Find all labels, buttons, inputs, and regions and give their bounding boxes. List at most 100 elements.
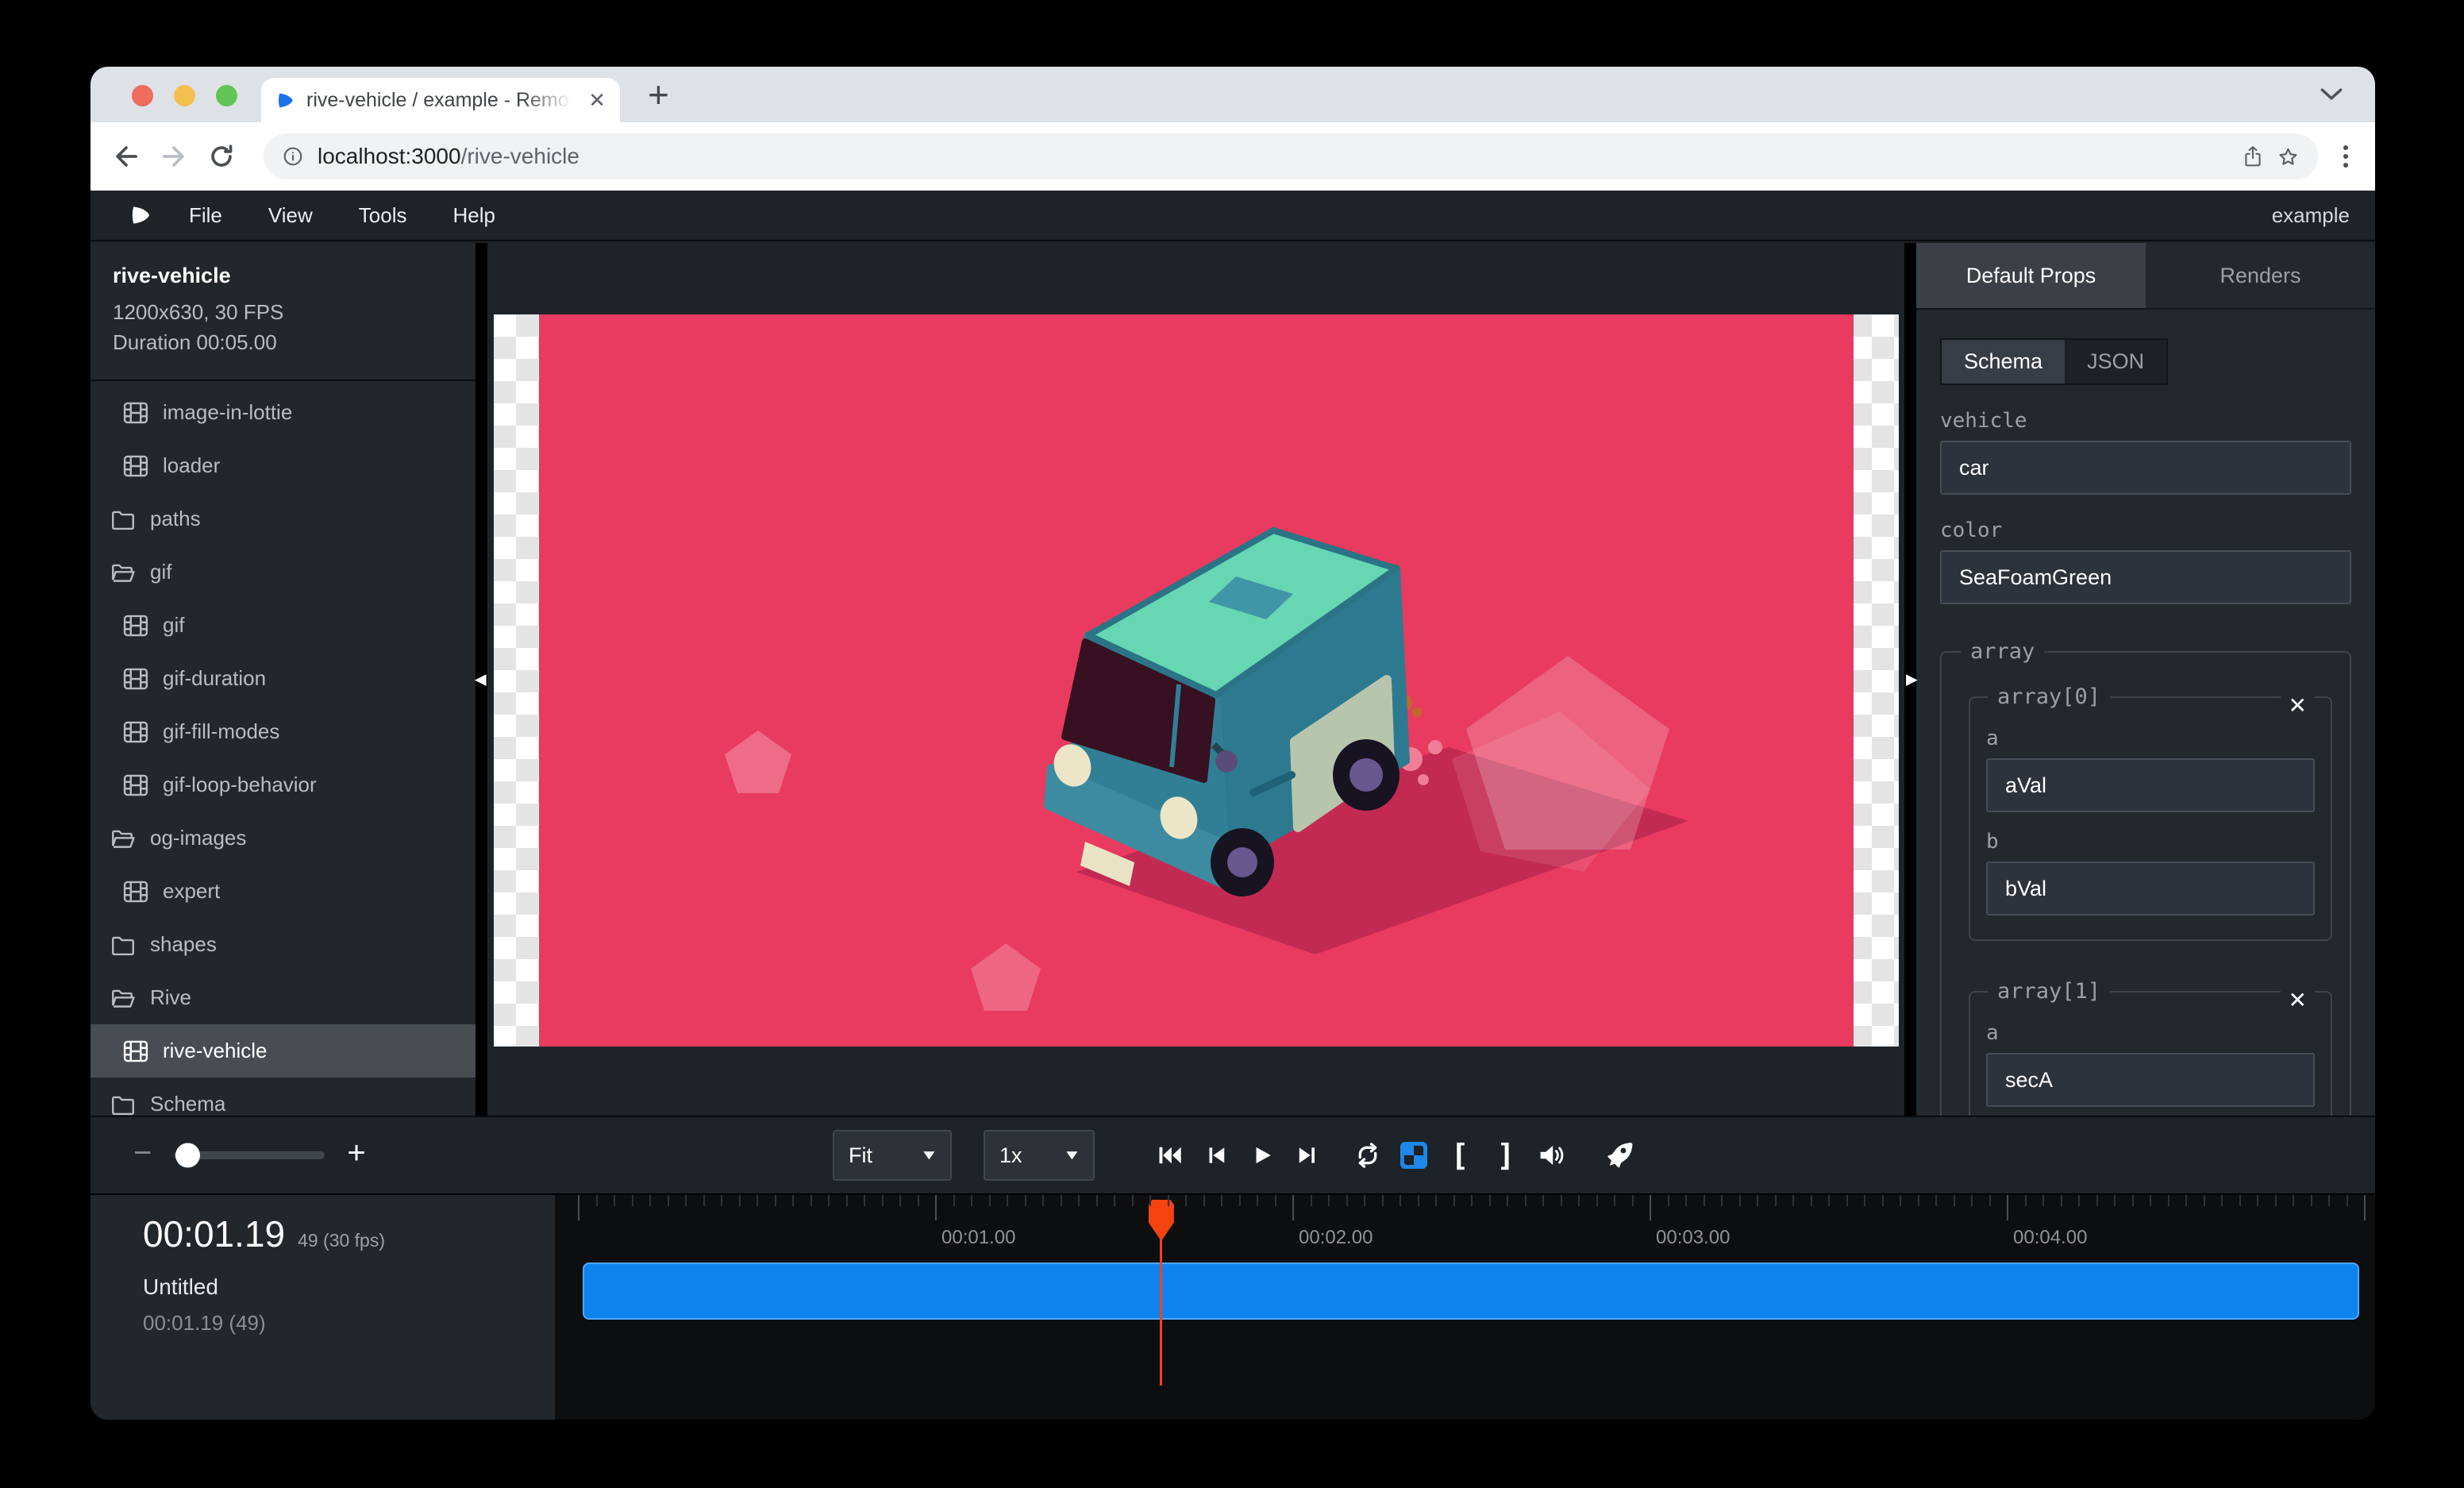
sidebar-item-paths[interactable]: paths xyxy=(90,492,475,545)
bookmark-star-icon[interactable] xyxy=(2277,146,2299,168)
back-button[interactable] xyxy=(113,143,140,170)
sidebar-item-og-images[interactable]: og-images xyxy=(90,811,475,865)
share-icon[interactable] xyxy=(2243,145,2263,168)
browser-menu-button[interactable] xyxy=(2339,145,2353,168)
ruler-tick xyxy=(1382,1195,1384,1206)
toggle-json[interactable]: JSON xyxy=(2065,340,2166,384)
ruler-tick xyxy=(2221,1195,2223,1206)
remove-array-item-button[interactable]: ✕ xyxy=(2281,693,2315,719)
ruler-tick xyxy=(1954,1195,1955,1206)
menu-view[interactable]: View xyxy=(268,203,313,228)
sidebar-item-label: image-in-lottie xyxy=(163,400,292,425)
expand-panel-handle[interactable]: ▶ xyxy=(1906,670,1918,688)
ruler-tick xyxy=(1399,1195,1401,1206)
forward-button[interactable] xyxy=(160,143,187,170)
ruler-tick xyxy=(2275,1195,2277,1206)
window-controls xyxy=(132,85,237,106)
ruler-tick xyxy=(1489,1195,1491,1206)
ruler-tick xyxy=(1792,1195,1794,1206)
transparency-toggle-button[interactable] xyxy=(1396,1138,1431,1173)
ruler-tick xyxy=(828,1195,830,1206)
tab-close-icon[interactable]: ✕ xyxy=(588,90,606,110)
sidebar-item-loader[interactable]: loader xyxy=(90,439,475,492)
loop-toggle-button[interactable] xyxy=(1350,1138,1385,1173)
ruler-tick xyxy=(2185,1195,2187,1206)
play-button[interactable] xyxy=(1244,1138,1279,1173)
tab-search-chevron-icon[interactable] xyxy=(2320,87,2343,105)
sidebar-item-gif-loop-behavior[interactable]: gif-loop-behavior xyxy=(90,758,475,811)
volume-button[interactable] xyxy=(1534,1138,1569,1173)
skip-to-start-button[interactable] xyxy=(1152,1138,1187,1173)
ruler-tick xyxy=(1739,1195,1741,1206)
array-item-label-b: b xyxy=(1986,830,2315,854)
remotion-logo-icon[interactable] xyxy=(129,203,152,227)
project-name: example xyxy=(2272,203,2350,228)
menu-tools[interactable]: Tools xyxy=(359,203,407,228)
sidebar-item-label: gif-fill-modes xyxy=(163,719,279,744)
set-in-point-button[interactable]: [ xyxy=(1442,1138,1477,1173)
ruler-tick xyxy=(775,1195,776,1206)
menu-file[interactable]: File xyxy=(189,203,222,228)
reload-button[interactable] xyxy=(208,143,235,170)
sidebar-item-gif-duration[interactable]: gif-duration xyxy=(90,652,475,705)
ruler-tick xyxy=(1704,1195,1705,1206)
minimize-window-button[interactable] xyxy=(174,85,195,106)
set-out-point-button[interactable]: ] xyxy=(1488,1138,1523,1173)
sidebar-item-rive-vehicle[interactable]: rive-vehicle xyxy=(90,1024,475,1077)
sidebar-item-shapes[interactable]: shapes xyxy=(90,918,475,971)
sidebar-item-gif[interactable]: gif xyxy=(90,599,475,652)
previous-frame-button[interactable] xyxy=(1198,1138,1233,1173)
sidebar-item-Schema[interactable]: Schema xyxy=(90,1077,475,1116)
timeline-ruler[interactable]: 00:01.0000:02.0000:03.0000:04.00 xyxy=(555,1195,2375,1420)
zoom-slider[interactable] xyxy=(174,1151,325,1159)
sidebar-item-expert[interactable]: expert xyxy=(90,865,475,918)
ruler-tick xyxy=(2328,1195,2330,1206)
render-rocket-button[interactable] xyxy=(1601,1138,1636,1173)
remove-array-item-button[interactable]: ✕ xyxy=(2281,988,2315,1013)
playback-speed-select[interactable]: 1x▼ xyxy=(984,1130,1095,1181)
array-item-input-a[interactable] xyxy=(1986,758,2315,812)
sidebar-list: image-in-lottieloaderpathsgifgifgif-dura… xyxy=(90,381,475,1116)
animation-background xyxy=(539,314,1854,1047)
ruler-label: 00:04.00 xyxy=(2013,1227,2087,1249)
zoom-slider-thumb[interactable] xyxy=(175,1143,200,1168)
address-bar[interactable]: localhost:3000/rive-vehicle xyxy=(264,133,2318,179)
ruler-tick xyxy=(2078,1195,2080,1206)
browser-tab[interactable]: rive-vehicle / example - Remoti ✕ xyxy=(261,78,620,122)
playhead[interactable] xyxy=(1160,1200,1162,1386)
sidebar-item-label: Rive xyxy=(150,985,191,1010)
sidebar-item-image-in-lottie[interactable]: image-in-lottie xyxy=(90,386,475,439)
site-info-icon[interactable] xyxy=(283,146,303,167)
maximize-window-button[interactable] xyxy=(216,85,237,106)
next-frame-button[interactable] xyxy=(1290,1138,1325,1173)
ruler-tick xyxy=(739,1195,741,1206)
collapse-sidebar-handle[interactable]: ◀ xyxy=(475,670,487,688)
tab-default-props[interactable]: Default Props xyxy=(1916,243,2146,308)
props-fields: vehiclecolor xyxy=(1940,409,2351,604)
menu-help[interactable]: Help xyxy=(453,203,495,228)
sidebar-item-Rive[interactable]: Rive xyxy=(90,971,475,1024)
ruler-tick xyxy=(1811,1195,1812,1206)
close-window-button[interactable] xyxy=(132,85,153,106)
toggle-schema[interactable]: Schema xyxy=(1942,340,2065,384)
playhead-marker[interactable] xyxy=(1149,1200,1174,1241)
timeline: 00:01.1949 (30 fps) Untitled 00:01.19 (4… xyxy=(90,1195,2375,1420)
sidebar-item-gif[interactable]: gif xyxy=(90,545,475,599)
zoom-out-button[interactable]: − xyxy=(133,1137,152,1169)
ruler-tick xyxy=(1918,1195,1919,1206)
prop-input-color[interactable] xyxy=(1940,550,2351,604)
canvas-size-select[interactable]: Fit▼ xyxy=(833,1130,952,1181)
sidebar-item-gif-fill-modes[interactable]: gif-fill-modes xyxy=(90,705,475,758)
zoom-in-button[interactable]: + xyxy=(347,1137,365,1169)
ruler-tick xyxy=(2239,1195,2241,1206)
tab-title: rive-vehicle / example - Remoti xyxy=(306,89,577,112)
prop-input-vehicle[interactable] xyxy=(1940,441,2351,495)
ruler-tick xyxy=(1453,1195,1455,1206)
ruler-tick xyxy=(1525,1195,1527,1206)
ruler-tick xyxy=(1114,1195,1115,1206)
tab-renders[interactable]: Renders xyxy=(2146,243,2375,308)
array-item-input-b[interactable] xyxy=(1986,862,2315,916)
timeline-track-bar[interactable] xyxy=(583,1262,2359,1320)
array-item-input-a[interactable] xyxy=(1986,1053,2315,1107)
new-tab-button[interactable]: + xyxy=(648,73,669,116)
